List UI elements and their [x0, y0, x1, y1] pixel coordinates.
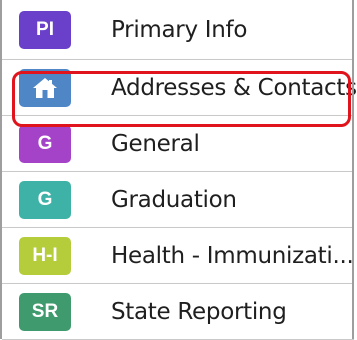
- menu-item-label: Primary Info: [111, 16, 248, 43]
- menu-item-general[interactable]: G General: [2, 116, 354, 172]
- badge-sr: SR: [19, 292, 71, 331]
- badge-g: G: [19, 124, 71, 163]
- menu-item-primary-info[interactable]: PI Primary Info: [2, 0, 354, 60]
- menu-item-health-immunization[interactable]: H-I Health - Immunizati...: [2, 228, 354, 284]
- menu-item-label: General: [111, 130, 200, 157]
- home-icon: [19, 68, 71, 107]
- navigation-panel: PI Primary Info Addresses & Contacts G G…: [0, 0, 357, 340]
- menu-item-label: Health - Immunizati...: [111, 242, 354, 269]
- menu-item-state-reporting[interactable]: SR State Reporting: [2, 284, 354, 340]
- badge-g: G: [19, 180, 71, 219]
- scrollbar-edge[interactable]: [352, 0, 354, 339]
- menu-item-label: Addresses & Contacts: [111, 74, 357, 101]
- badge-pi: PI: [19, 10, 71, 49]
- menu-item-addresses-contacts[interactable]: Addresses & Contacts: [2, 60, 357, 116]
- badge-h-i: H-I: [19, 236, 71, 275]
- menu-item-graduation[interactable]: G Graduation: [2, 172, 354, 228]
- menu-item-label: Graduation: [111, 186, 237, 213]
- menu-list: PI Primary Info Addresses & Contacts G G…: [2, 0, 357, 340]
- menu-item-label: State Reporting: [111, 298, 287, 325]
